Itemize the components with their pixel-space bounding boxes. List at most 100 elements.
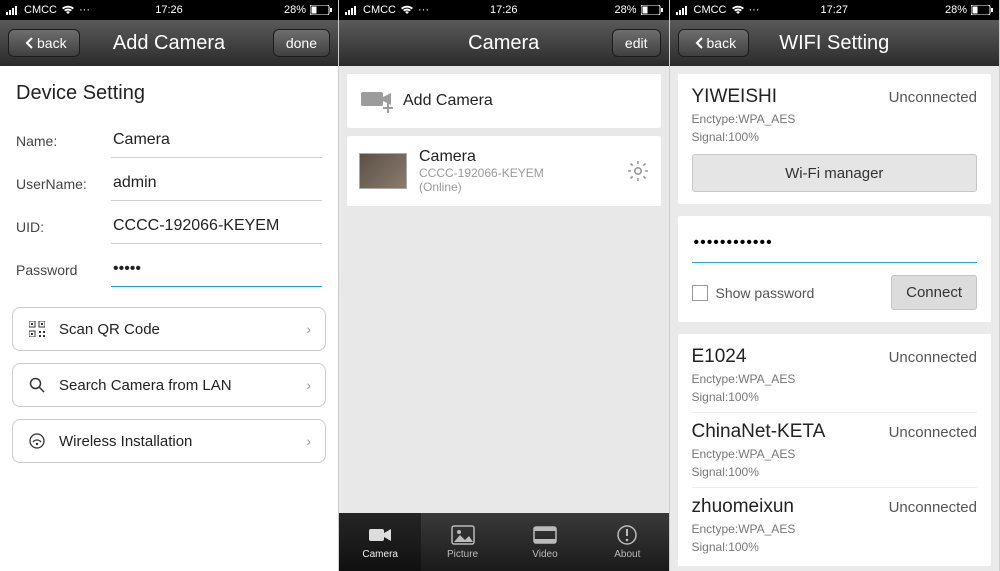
chevron-right-icon: › [306,377,311,393]
current-enctype: Enctype:WPA_AES [692,112,978,126]
network-list: E1024 Unconnected Enctype:WPA_AES Signal… [678,334,992,566]
nav-bar: back WIFI Setting [670,20,1000,66]
current-state: Unconnected [889,89,977,106]
done-button[interactable]: done [273,29,330,57]
back-button[interactable]: back [678,29,750,57]
password-card: Show password Connect [678,216,992,322]
network-state: Unconnected [889,349,977,366]
tab-about-label: About [614,549,640,560]
camera-uid: CCCC-192066-KEYEM [419,166,627,180]
tab-about[interactable]: About [586,513,668,571]
gear-icon[interactable] [627,160,649,182]
password-row: Password [0,244,338,287]
back-button[interactable]: back [8,29,80,57]
tab-picture[interactable]: Picture [421,513,503,571]
wireless-icon [27,433,47,449]
carrier-label: CMCC [24,4,57,16]
network-item[interactable]: E1024 Unconnected Enctype:WPA_AES Signal… [692,346,978,413]
wifi-manager-button[interactable]: Wi-Fi manager [692,154,978,192]
content: Add Camera Camera CCCC-192066-KEYEM (Onl… [339,66,669,571]
name-label: Name: [16,133,111,149]
current-ssid: YIWEISHI [692,86,778,108]
name-row: Name: [0,115,338,158]
network-signal: Signal:100% [692,465,978,479]
network-item[interactable]: ChinaNet-KETA Unconnected Enctype:WPA_AE… [692,413,978,488]
show-password-label: Show password [716,285,815,301]
tab-bar: Camera Picture Video About [339,513,669,571]
edit-button[interactable]: edit [612,29,661,57]
show-password-toggle[interactable]: Show password [692,285,815,301]
chevron-right-icon: › [306,433,311,449]
screen-wifi-setting: CMCC ··· 17:27 28% back WIFI Setting YIW… [670,0,1000,571]
status-bar: CMCC ··· 17:27 28% [670,0,1000,20]
tab-camera[interactable]: Camera [339,513,421,571]
wifi-password-input[interactable] [692,228,978,263]
connect-button[interactable]: Connect [891,275,977,310]
tab-picture-label: Picture [447,549,478,560]
wifi-icon [61,5,75,15]
username-input[interactable] [111,166,322,201]
about-icon [615,524,639,546]
chevron-left-icon [695,37,703,49]
camera-icon [368,524,392,546]
video-icon [533,524,557,546]
wifi-icon [400,5,414,15]
signal-icon [676,5,690,15]
battery-label: 28% [945,4,967,16]
status-bar: CMCC ··· 17:26 28% [0,0,338,20]
add-camera-button[interactable]: Add Camera [347,74,661,128]
status-bar: CMCC ··· 17:26 28% [339,0,669,20]
wireless-install-button[interactable]: Wireless Installation › [12,419,326,463]
nav-bar: Camera edit [339,20,669,66]
current-network-card: YIWEISHI Unconnected Enctype:WPA_AES Sig… [678,74,992,204]
screen-add-camera: CMCC ··· 17:26 28% back Add Camera done … [0,0,339,571]
username-label: UserName: [16,176,111,192]
search-lan-label: Search Camera from LAN [59,377,306,394]
current-signal: Signal:100% [692,130,978,144]
camera-info: Camera CCCC-192066-KEYEM (Online) [419,148,627,194]
battery-label: 28% [284,4,306,16]
tab-video[interactable]: Video [504,513,586,571]
back-label: back [37,35,67,51]
picture-icon [451,524,475,546]
camera-name: Camera [419,148,627,166]
uid-row: UID: [0,201,338,244]
battery-icon [641,5,663,15]
add-camera-label: Add Camera [403,92,493,110]
network-ssid: zhuomeixun [692,496,794,518]
network-ssid: ChinaNet-KETA [692,421,826,443]
chevron-left-icon [25,37,33,49]
more-dots: ··· [418,4,429,16]
network-enctype: Enctype:WPA_AES [692,372,978,386]
network-state: Unconnected [889,499,977,516]
section-title: Device Setting [0,66,338,115]
checkbox-icon [692,285,708,301]
camera-status: (Online) [419,180,627,194]
nav-bar: back Add Camera done [0,20,338,66]
scan-qr-button[interactable]: Scan QR Code › [12,307,326,351]
network-item[interactable]: zhuomeixun Unconnected Enctype:WPA_AES S… [692,488,978,554]
battery-icon [310,5,332,15]
camera-item[interactable]: Camera CCCC-192066-KEYEM (Online) [347,136,661,206]
content: YIWEISHI Unconnected Enctype:WPA_AES Sig… [670,66,1000,571]
network-signal: Signal:100% [692,540,978,554]
wifi-icon [731,5,745,15]
uid-label: UID: [16,219,111,235]
tab-video-label: Video [532,549,557,560]
network-signal: Signal:100% [692,390,978,404]
more-dots: ··· [79,4,90,16]
battery-icon [971,5,993,15]
action-list: Scan QR Code › Search Camera from LAN › … [0,287,338,463]
network-state: Unconnected [889,424,977,441]
content: Device Setting Name: UserName: UID: Pass… [0,66,338,571]
chevron-right-icon: › [306,321,311,337]
camera-thumbnail [359,153,407,189]
network-enctype: Enctype:WPA_AES [692,522,978,536]
name-input[interactable] [111,123,322,158]
uid-input[interactable] [111,209,322,244]
search-lan-button[interactable]: Search Camera from LAN › [12,363,326,407]
password-input[interactable] [111,252,322,287]
scan-qr-label: Scan QR Code [59,321,306,338]
carrier-label: CMCC [694,4,727,16]
signal-icon [345,5,359,15]
